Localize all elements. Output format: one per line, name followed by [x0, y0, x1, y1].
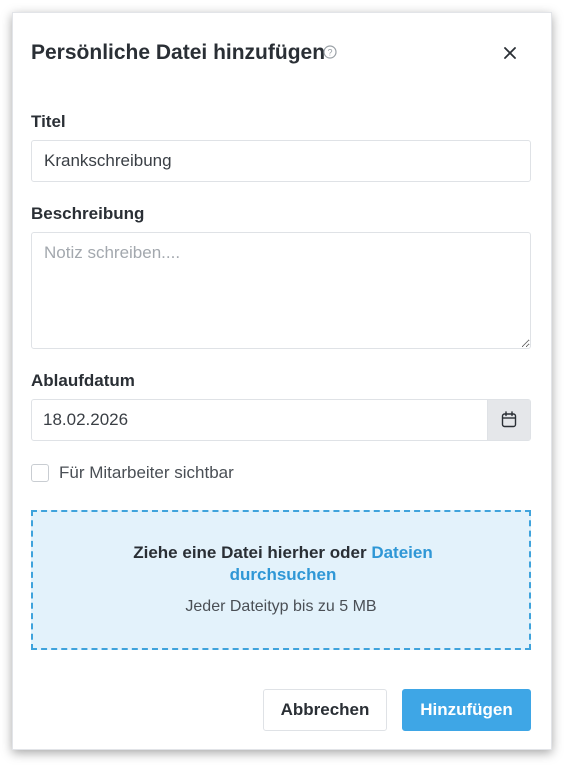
visible-for-employee-label: Für Mitarbeiter sichtbar: [59, 463, 234, 482]
description-textarea[interactable]: [31, 232, 531, 349]
close-icon[interactable]: [500, 43, 520, 63]
svg-text:?: ?: [327, 48, 332, 58]
title-label: Titel: [31, 112, 66, 131]
calendar-button[interactable]: [487, 400, 530, 440]
dialog-title: Persönliche Datei hinzufügen: [31, 41, 326, 64]
visible-for-employee-checkbox[interactable]: [31, 464, 49, 482]
add-button[interactable]: Hinzufügen: [402, 689, 531, 731]
dropzone-hint: Jeder Dateityp bis zu 5 MB: [185, 598, 377, 615]
expiry-date-label: Ablaufdatum: [31, 371, 135, 390]
cancel-button[interactable]: Abbrechen: [263, 689, 387, 731]
dropzone-instruction: Ziehe eine Datei hierher oder: [133, 543, 367, 562]
add-file-dialog: Persönliche Datei hinzufügen ? Titel Bes…: [12, 12, 552, 750]
description-label: Beschreibung: [31, 204, 145, 223]
dropzone-text: Ziehe eine Datei hierher oder Dateien du…: [103, 542, 463, 586]
calendar-icon: [501, 411, 517, 428]
question-circle-icon[interactable]: ?: [323, 45, 337, 59]
expiry-date-input[interactable]: [32, 400, 488, 440]
expiry-date-field: [31, 399, 531, 441]
title-input[interactable]: [31, 140, 531, 182]
file-dropzone[interactable]: Ziehe eine Datei hierher oder Dateien du…: [31, 510, 531, 650]
